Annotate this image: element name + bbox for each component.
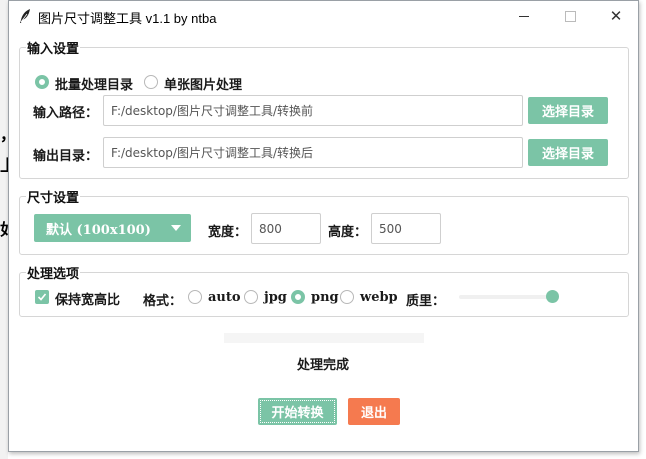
format-label-jpg[interactable]: jpg [264, 290, 287, 305]
close-button[interactable]: ✕ [593, 1, 639, 31]
quality-slider-track[interactable] [459, 295, 555, 299]
maximize-button[interactable] [547, 1, 593, 31]
output-dir-field[interactable]: F:/desktop/图片尺寸调整工具/转换后 [103, 137, 523, 168]
chevron-down-icon [171, 225, 181, 231]
window-title: 图片尺寸调整工具 v1.1 by ntba [38, 11, 217, 26]
batch-mode-label[interactable]: 批量处理目录 [55, 74, 133, 93]
input-browse-button[interactable]: 选择目录 [528, 97, 608, 124]
keep-ratio-label[interactable]: 保持宽高比 [55, 289, 120, 308]
width-input[interactable]: 800 [251, 213, 321, 244]
input-settings-legend: 输入设置 [27, 42, 80, 57]
size-preset-value: 默认 (100x100) [46, 222, 151, 238]
format-radio-webp[interactable] [340, 290, 354, 304]
progress-bar [224, 333, 424, 343]
single-mode-radio[interactable] [144, 75, 158, 89]
minimize-icon [519, 15, 529, 17]
format-radio-png[interactable] [291, 290, 305, 304]
output-dir-label: 输出目录： [33, 149, 99, 164]
width-label: 宽度： [208, 225, 248, 240]
height-input[interactable]: 500 [371, 213, 441, 244]
batch-mode-radio[interactable] [35, 75, 49, 89]
format-label-auto[interactable]: auto [208, 290, 241, 305]
feather-icon [20, 9, 30, 23]
minimize-button[interactable] [501, 1, 547, 31]
format-label-webp[interactable]: webp [360, 290, 398, 305]
input-path-field[interactable]: F:/desktop/图片尺寸调整工具/转换前 [103, 95, 523, 126]
status-text: 处理完成 [297, 358, 350, 373]
start-convert-button[interactable]: 开始转换 [258, 398, 337, 425]
app-window: 图片尺寸调整工具 v1.1 by ntba ✕ 输入设置 批量处理目录 单张图片… [8, 0, 639, 452]
checkmark-icon [37, 293, 47, 301]
height-label: 高度： [328, 225, 368, 240]
options-legend: 处理选项 [27, 267, 80, 282]
keep-ratio-checkbox[interactable] [35, 290, 49, 304]
format-radio-jpg[interactable] [244, 290, 258, 304]
maximize-icon [564, 10, 576, 22]
exit-button[interactable]: 退出 [348, 398, 400, 425]
title-bar[interactable]: 图片尺寸调整工具 v1.1 by ntba ✕ [9, 1, 638, 31]
format-label-png[interactable]: png [311, 290, 339, 305]
input-path-label: 输入路径： [33, 106, 99, 121]
quality-label: 质里： [406, 294, 446, 309]
quality-slider-handle[interactable] [546, 290, 559, 303]
single-mode-label[interactable]: 单张图片处理 [164, 74, 242, 93]
format-radio-auto[interactable] [188, 290, 202, 304]
size-preset-dropdown[interactable]: 默认 (100x100) [34, 214, 191, 242]
size-settings-legend: 尺寸设置 [27, 191, 80, 206]
format-label: 格式： [143, 294, 183, 309]
close-icon: ✕ [609, 7, 623, 25]
output-browse-button[interactable]: 选择目录 [528, 139, 608, 166]
